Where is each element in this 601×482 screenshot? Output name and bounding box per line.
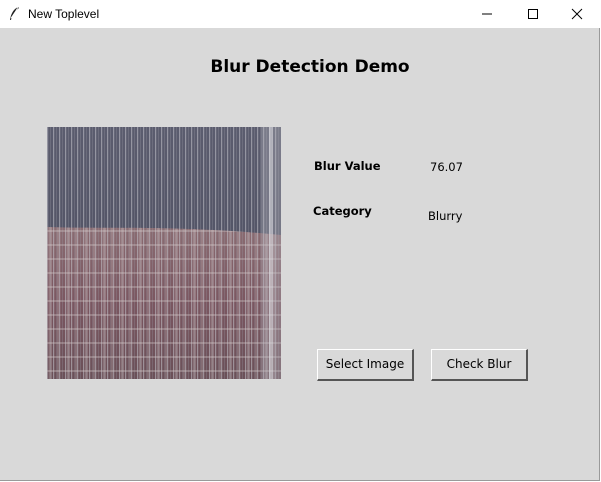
blur-value-label: Blur Value <box>314 159 381 173</box>
title-bar[interactable]: New Toplevel <box>0 0 600 28</box>
close-button[interactable] <box>554 0 600 28</box>
minimize-icon <box>482 13 492 15</box>
maximize-button[interactable] <box>510 0 556 28</box>
minimize-button[interactable] <box>464 0 510 28</box>
select-image-button[interactable]: Select Image <box>317 349 414 381</box>
image-preview <box>47 127 281 379</box>
app-window: New Toplevel Blur Detection Demo Blur Va… <box>0 0 600 481</box>
page-title: Blur Detection Demo <box>210 57 410 77</box>
blur-value: 76.07 <box>430 160 463 174</box>
category-label: Category <box>313 204 372 218</box>
image-preview-graphic <box>47 127 281 379</box>
feather-icon <box>10 6 19 20</box>
category-value: Blurry <box>428 209 463 223</box>
close-icon <box>571 8 583 20</box>
check-blur-button[interactable]: Check Blur <box>431 349 528 381</box>
window-title: New Toplevel <box>28 7 100 21</box>
maximize-icon <box>528 9 538 19</box>
